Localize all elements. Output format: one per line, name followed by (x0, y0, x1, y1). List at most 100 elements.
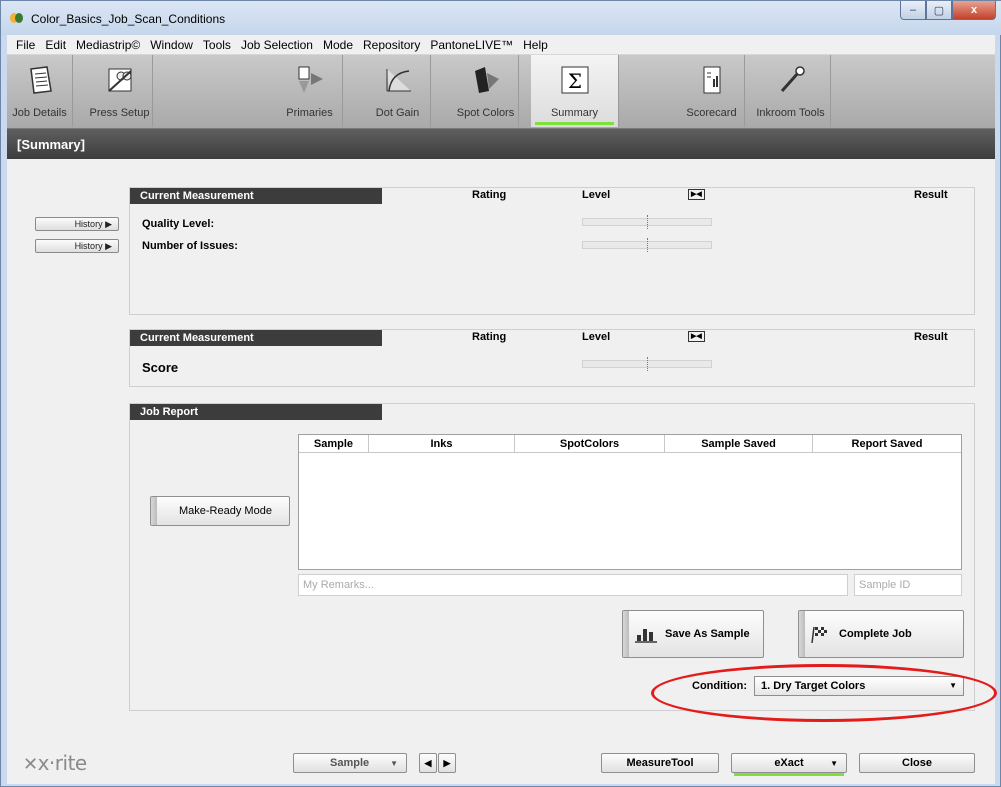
quality-level-bar (582, 215, 712, 229)
quality-level-label: Quality Level: (142, 218, 215, 230)
complete-job-button[interactable]: Complete Job (798, 610, 964, 658)
sigma-icon: Σ (561, 66, 588, 94)
tab-label: Primaries (286, 107, 333, 119)
issues-history-button[interactable]: History ▶ (35, 239, 119, 253)
minimize-button[interactable]: – (900, 1, 926, 20)
menu-tools[interactable]: Tools (198, 38, 236, 52)
panel-header: Current Measurement Rating Level ▶◀ Resu… (130, 188, 974, 204)
app-logo-icon (10, 13, 23, 23)
col-spotcolors[interactable]: SpotColors (515, 435, 665, 452)
job-report-table: Sample Inks SpotColors Sample Saved Repo… (298, 434, 962, 570)
make-ready-label: Make-Ready Mode (179, 505, 272, 517)
level-marker (647, 357, 648, 371)
button-grip (799, 611, 805, 657)
col-inks[interactable]: Inks (369, 435, 515, 452)
measurement-panel: Current Measurement Rating Level ▶◀ Resu… (129, 187, 975, 315)
sample-dropdown[interactable]: Sample ▼ (293, 753, 407, 773)
tab-spot-colors[interactable]: Spot Colors (453, 55, 519, 127)
header-result: Result (914, 331, 948, 343)
menu-edit[interactable]: Edit (40, 38, 71, 52)
app-window: Color_Basics_Job_Scan_Conditions – ▢ x F… (0, 0, 1001, 787)
menu-mediastrip[interactable]: Mediastrip© (71, 38, 145, 52)
remarks-input[interactable]: My Remarks... (298, 574, 848, 596)
tab-primaries[interactable]: Primaries (277, 55, 343, 127)
measure-tool-button[interactable]: MeasureTool (601, 753, 719, 773)
tab-label: Inkroom Tools (756, 107, 825, 119)
menu-help[interactable]: Help (518, 38, 553, 52)
header-level: Level (582, 331, 611, 343)
tab-summary[interactable]: Σ Summary (531, 55, 619, 127)
menu-window[interactable]: Window (145, 38, 198, 52)
button-grip (623, 611, 629, 657)
menu-pantonelive[interactable]: PantoneLIVE™ (425, 38, 518, 52)
panel-header-title: Current Measurement (130, 330, 382, 346)
tab-job-details[interactable]: Job Details (7, 55, 73, 127)
xrite-mark-icon: ✕ (23, 754, 38, 775)
tab-inkroom-tools[interactable]: Inkroom Tools (751, 55, 831, 127)
col-report-saved[interactable]: Report Saved (813, 435, 961, 452)
quality-level-history-button[interactable]: History ▶ (35, 217, 119, 231)
tab-label: Press Setup (89, 107, 150, 119)
maximize-button[interactable]: ▢ (926, 1, 952, 20)
level-marker (647, 238, 648, 252)
menu-job-selection[interactable]: Job Selection (236, 38, 318, 52)
exact-label: eXact (774, 757, 804, 769)
panel-header-title: Current Measurement (130, 188, 382, 204)
tab-scorecard[interactable]: Scorecard (679, 55, 745, 127)
sample-dropdown-label: Sample (330, 757, 370, 769)
button-grip (151, 497, 157, 525)
tab-label: Scorecard (686, 107, 737, 119)
issues-level-bar (582, 238, 712, 252)
dot-gain-icon (386, 69, 411, 92)
close-window-button[interactable]: x (952, 1, 996, 20)
number-of-issues-label: Number of Issues: (142, 240, 238, 252)
score-level-bar (582, 357, 712, 371)
dropdown-arrow-icon: ▼ (390, 758, 398, 768)
tab-dot-gain[interactable]: Dot Gain (365, 55, 431, 127)
next-button[interactable]: ▶ (438, 753, 456, 773)
bar-chart-icon (635, 629, 657, 643)
checkered-flag-icon (811, 626, 827, 643)
tab-label: Summary (550, 107, 599, 119)
scorecard-icon (703, 66, 720, 94)
active-tab-indicator (535, 122, 614, 125)
tab-press-setup[interactable]: Press Setup (87, 55, 153, 127)
menu-mode[interactable]: Mode (318, 38, 358, 52)
tab-label: Spot Colors (456, 107, 515, 119)
press-setup-icon (107, 68, 132, 92)
header-rating: Rating (472, 331, 507, 343)
primaries-icon (298, 66, 323, 93)
tab-label: Job Details (12, 107, 67, 119)
spot-colors-icon (474, 67, 499, 93)
level-marker (647, 215, 648, 229)
svg-text:Σ: Σ (567, 69, 581, 93)
make-ready-mode-button[interactable]: Make-Ready Mode (150, 496, 290, 526)
window-title: Color_Basics_Job_Scan_Conditions (31, 12, 226, 26)
section-header: [Summary] (7, 129, 995, 159)
highlight-annotation (651, 664, 997, 722)
xrite-logo: ✕x·rite (23, 751, 87, 775)
col-sample[interactable]: Sample (299, 435, 369, 452)
header-result: Result (914, 189, 948, 201)
col-sample-saved[interactable]: Sample Saved (665, 435, 813, 452)
score-label: Score (142, 360, 179, 375)
job-report-title: Job Report (130, 404, 382, 420)
menu-repository[interactable]: Repository (358, 38, 425, 52)
menu-file[interactable]: File (11, 38, 40, 52)
panel-header: Job Report (130, 404, 974, 420)
title-bar: Color_Basics_Job_Scan_Conditions – ▢ x (1, 1, 1001, 35)
header-level: Level (582, 189, 611, 201)
close-button[interactable]: Close (859, 753, 975, 773)
logo-text: x·rite (37, 751, 88, 775)
toolbar: Job Details Press Setup Primaries Dot Ga… (7, 55, 995, 129)
save-as-sample-button[interactable]: Save As Sample (622, 610, 764, 658)
header-rating: Rating (472, 189, 507, 201)
level-toggle-icon[interactable]: ▶◀ (688, 189, 705, 200)
tab-label: Dot Gain (375, 107, 420, 119)
level-toggle-icon[interactable]: ▶◀ (688, 331, 705, 342)
sample-id-input[interactable]: Sample ID (854, 574, 962, 596)
active-indicator (734, 773, 844, 776)
previous-button[interactable]: ◀ (419, 753, 437, 773)
exact-button[interactable]: eXact ▼ (731, 753, 847, 776)
score-panel: Current Measurement Rating Level ▶◀ Resu… (129, 329, 975, 387)
